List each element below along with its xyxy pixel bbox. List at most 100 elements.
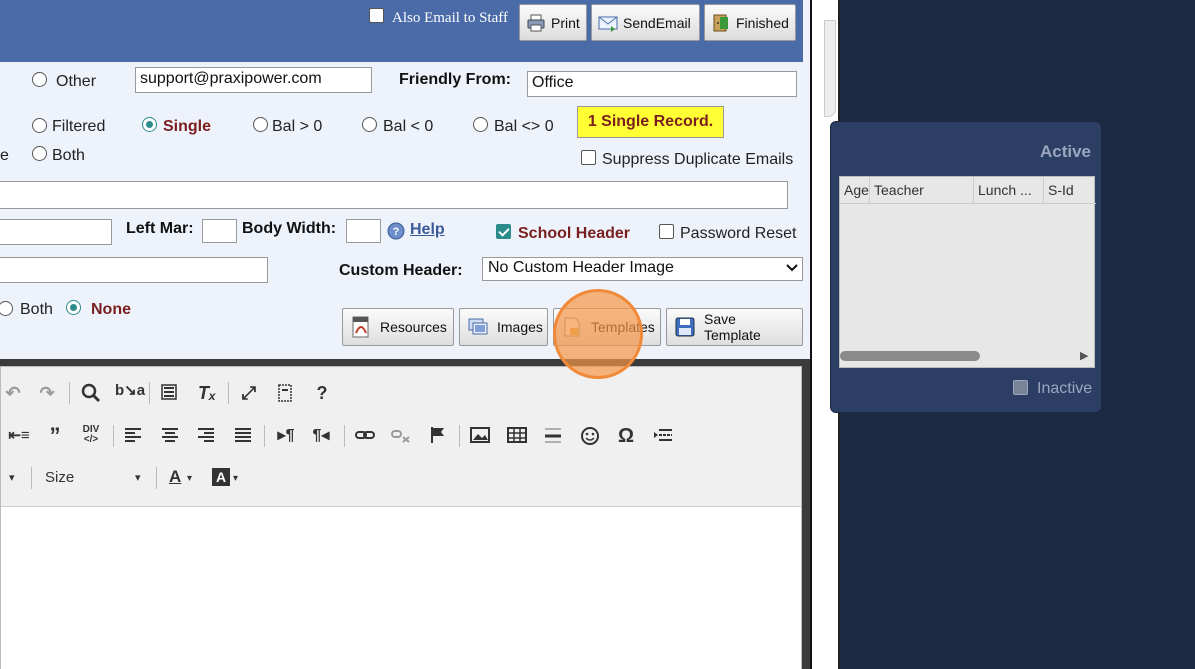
friendly-from-input[interactable]: Office — [527, 71, 797, 97]
toolbar-separator — [228, 382, 229, 404]
sendemail-button[interactable]: SendEmail — [591, 4, 700, 41]
remove-format-icon[interactable]: Tₓ — [195, 383, 219, 403]
show-blocks-icon[interactable] — [273, 383, 297, 407]
replace-icon[interactable]: b↘a — [115, 381, 145, 401]
toolbar-separator — [459, 425, 460, 447]
save-template-button[interactable]: Save Template — [666, 308, 803, 346]
chevron-down-icon: ▾ — [135, 472, 141, 484]
toolbar-separator — [156, 467, 157, 489]
school-header-checkbox[interactable] — [496, 224, 511, 239]
bal-ne-zero-radio[interactable] — [473, 117, 488, 132]
images-icon — [467, 316, 489, 338]
save-disk-icon — [674, 316, 696, 338]
text-color-icon[interactable]: A — [169, 467, 181, 487]
email-panel: Also Email to Staff Print SendEmail Fini… — [0, 0, 810, 669]
rich-text-editor: ↶ ↷ b↘a Tₓ ⤢ ? ⇤≡ ” DIV </> ▸¶ ¶◂ Ω ▾ Si… — [0, 359, 810, 669]
justify-icon[interactable] — [231, 427, 255, 447]
blockquote-icon[interactable]: ” — [43, 425, 67, 447]
toolbar-separator — [344, 425, 345, 447]
student-grid[interactable]: Age Teacher Lunch ... S-Id ▶ — [839, 176, 1096, 368]
image-icon[interactable] — [468, 427, 492, 447]
bal-gt-zero-radio[interactable] — [253, 117, 268, 132]
div-container-icon[interactable]: DIV </> — [79, 425, 103, 445]
align-right-icon[interactable] — [194, 427, 218, 447]
inactive-checkbox[interactable] — [1013, 380, 1028, 395]
outdent-icon[interactable]: ⇤≡ — [7, 426, 31, 446]
help-icon[interactable]: ? — [387, 222, 405, 240]
horizontal-scrollbar-thumb[interactable] — [840, 351, 980, 361]
column-header-age[interactable]: Age — [840, 177, 870, 203]
text-color-arrow-icon[interactable]: ▾ — [187, 473, 192, 484]
resources-button[interactable]: Resources — [342, 308, 454, 346]
panel-header-bar: Also Email to Staff Print SendEmail Fini… — [0, 0, 803, 62]
side-tab[interactable] — [824, 20, 836, 117]
also-email-staff-checkbox[interactable] — [369, 8, 384, 23]
background-color-arrow-icon[interactable]: ▾ — [233, 473, 238, 484]
custom-header-value: No Custom Header Image — [488, 259, 674, 276]
bal-gt-zero-label: Bal > 0 — [272, 118, 323, 135]
bal-lt-zero-radio[interactable] — [362, 117, 377, 132]
maximize-icon[interactable]: ⤢ — [237, 383, 261, 403]
anchor-flag-icon[interactable] — [426, 426, 450, 448]
column-header-teacher[interactable]: Teacher — [870, 177, 974, 203]
about-help-icon[interactable]: ? — [310, 383, 334, 403]
body-width-input[interactable] — [346, 219, 381, 243]
images-button[interactable]: Images — [459, 308, 548, 346]
unlink-icon[interactable] — [389, 427, 413, 447]
both2-radio[interactable] — [0, 301, 13, 316]
both2-label: Both — [20, 301, 53, 318]
both-radio[interactable] — [32, 146, 47, 161]
pdf-icon — [350, 316, 372, 338]
font-size-dropdown[interactable]: Size ▾ — [39, 466, 147, 490]
column-header-lunch[interactable]: Lunch ... — [974, 177, 1044, 203]
subject-input[interactable] — [0, 181, 788, 209]
help-link[interactable]: Help — [410, 221, 445, 239]
background-color-icon[interactable]: A — [212, 468, 230, 486]
from-email-input[interactable]: support@praxipower.com — [135, 67, 372, 93]
font-size-label: Size — [45, 469, 75, 486]
redo-icon[interactable]: ↷ — [35, 383, 59, 403]
toolbar-separator — [149, 382, 150, 404]
filtered-radio[interactable] — [32, 118, 47, 133]
align-center-icon[interactable] — [158, 427, 182, 447]
page-break-icon[interactable] — [651, 427, 675, 447]
resources-label: Resources — [380, 319, 447, 335]
student-list-popup: Active Age Teacher Lunch ... S-Id ▶ Inac… — [830, 121, 1102, 413]
format-dropdown-arrow-icon[interactable]: ▾ — [9, 471, 15, 484]
table-icon[interactable] — [505, 427, 529, 447]
partial-input-2[interactable] — [0, 257, 268, 283]
custom-header-select[interactable]: No Custom Header Image — [482, 257, 803, 281]
suppress-duplicates-checkbox[interactable] — [581, 150, 596, 165]
print-button[interactable]: Print — [519, 4, 587, 41]
partial-input[interactable] — [0, 219, 112, 245]
undo-icon[interactable]: ↶ — [1, 383, 25, 403]
left-margin-label: Left Mar: — [126, 220, 194, 237]
rtl-icon[interactable]: ¶◂ — [309, 426, 333, 446]
scroll-right-arrow-icon[interactable]: ▶ — [1080, 349, 1088, 362]
smiley-icon[interactable] — [578, 426, 602, 450]
filtered-label: Filtered — [52, 118, 106, 135]
header-divider — [840, 203, 1096, 204]
password-reset-checkbox[interactable] — [659, 224, 674, 239]
select-all-icon[interactable] — [157, 383, 181, 407]
finished-label: Finished — [736, 14, 789, 31]
editor-content-area[interactable] — [1, 506, 801, 669]
column-header-sid[interactable]: S-Id — [1044, 177, 1096, 203]
horizontal-rule-icon[interactable] — [541, 427, 565, 449]
left-margin-input[interactable] — [202, 219, 237, 243]
ltr-icon[interactable]: ▸¶ — [274, 426, 298, 446]
find-icon[interactable] — [79, 383, 103, 407]
sendemail-label: SendEmail — [623, 14, 691, 31]
images-label: Images — [497, 319, 543, 335]
none-radio[interactable] — [66, 300, 81, 315]
finished-button[interactable]: Finished — [704, 4, 796, 41]
partial-label: e — [0, 147, 9, 164]
link-icon[interactable] — [353, 427, 377, 447]
single-radio[interactable] — [142, 117, 157, 132]
other-radio[interactable] — [32, 72, 47, 87]
other-label: Other — [56, 73, 97, 90]
custom-header-label: Custom Header: — [339, 262, 463, 279]
align-left-icon[interactable] — [121, 427, 145, 447]
toolbar-separator — [69, 382, 70, 404]
special-char-icon[interactable]: Ω — [614, 426, 638, 446]
